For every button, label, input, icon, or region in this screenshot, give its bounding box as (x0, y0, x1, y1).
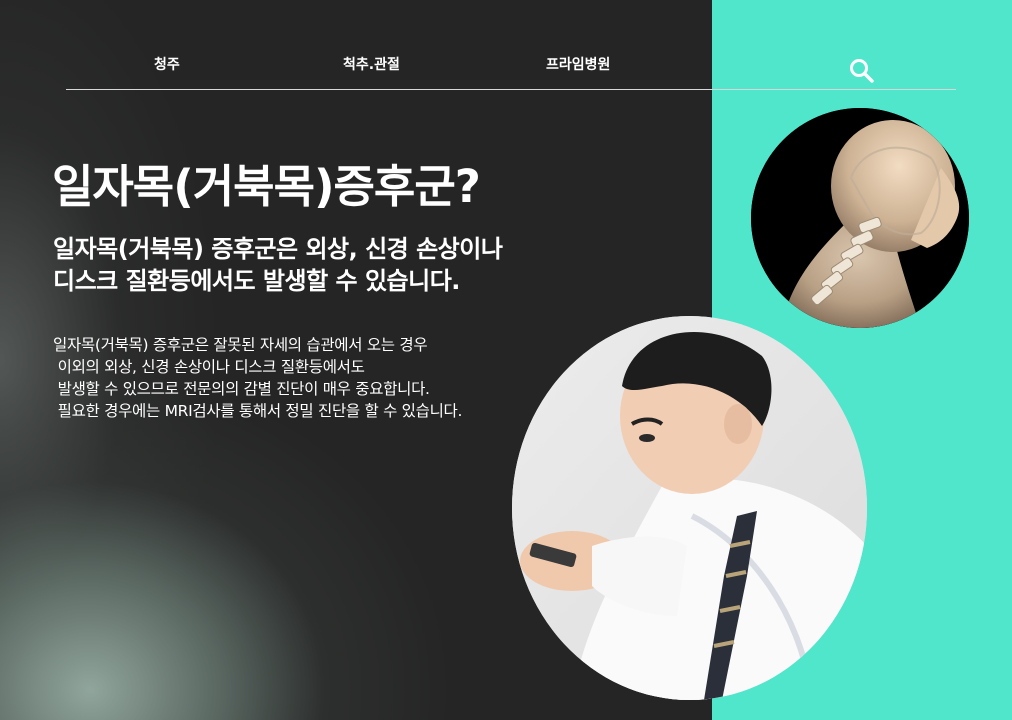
search-icon (850, 59, 874, 83)
neck-skeleton-image (751, 108, 969, 328)
man-using-phone-image (512, 316, 867, 700)
body-line: 필요한 경우에는 MRI검사를 통해서 정밀 진단을 할 수 있습니다. (53, 402, 463, 420)
search-button[interactable] (848, 57, 876, 85)
nav-item-cheongju[interactable]: 청주 (154, 54, 180, 74)
page: 청주 척추.관절 프라임병원 일자목(거북목)증후군? 일자목(거북목) 증후군… (0, 0, 1012, 720)
nav-divider (66, 89, 956, 90)
nav-item-prime-hospital[interactable]: 프라임병원 (546, 54, 610, 74)
body-line: 일자목(거북목) 증후군은 잘못된 자세의 습관에서 오는 경우 (53, 336, 428, 354)
body-line: 이외의 외상, 신경 손상이나 디스크 질환등에서도 (53, 358, 365, 376)
page-title: 일자목(거북목)증후군? (52, 160, 481, 213)
body-line: 발생할 수 있으므로 전문의의 감별 진단이 매우 중요합니다. (53, 380, 430, 398)
subtitle-line: 디스크 질환등에서도 발생할 수 있습니다. (53, 267, 460, 295)
top-navigation: 청주 척추.관절 프라임병원 (66, 0, 956, 90)
nav-item-spine-joint[interactable]: 척추.관절 (343, 54, 400, 74)
hero-subtitle: 일자목(거북목) 증후군은 외상, 신경 손상이나 디스크 질환등에서도 발생할… (53, 233, 503, 297)
subtitle-line: 일자목(거북목) 증후군은 외상, 신경 손상이나 (53, 235, 503, 263)
hero-body: 일자목(거북목) 증후군은 잘못된 자세의 습관에서 오는 경우 이외의 외상,… (53, 334, 462, 422)
